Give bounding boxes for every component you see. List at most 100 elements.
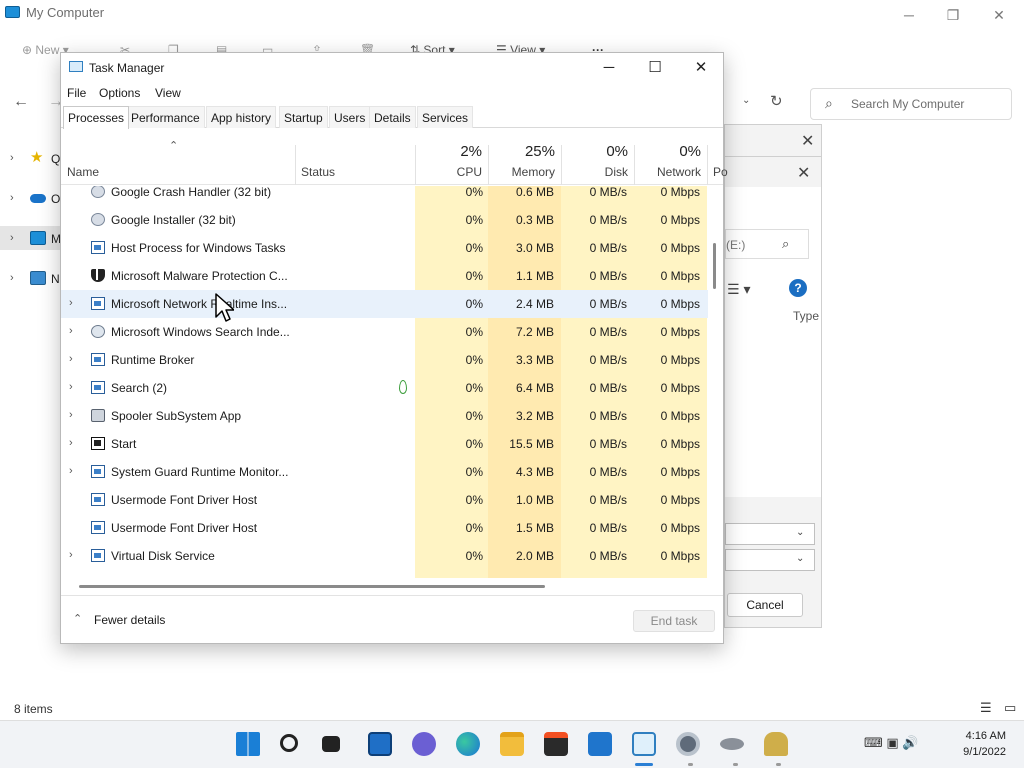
- tab-app-history[interactable]: App history: [206, 106, 277, 128]
- table-row[interactable]: › System Guard Runtime Monitor... 0% 4.3 MB…: [61, 458, 708, 486]
- sidebar-item-onedrive[interactable]: › O: [6, 188, 66, 210]
- column-memory[interactable]: Memory: [501, 165, 555, 179]
- windows-start-icon[interactable]: [236, 732, 260, 756]
- close-icon[interactable]: ✕: [801, 131, 814, 151]
- clock-date[interactable]: 9/1/2022: [946, 746, 1006, 758]
- display-icon[interactable]: ▣: [886, 735, 898, 750]
- chevron-down-icon[interactable]: ⌄: [742, 95, 750, 106]
- tab-startup[interactable]: Startup: [279, 106, 328, 128]
- column-divider[interactable]: [415, 145, 416, 185]
- column-disk[interactable]: Disk: [571, 165, 628, 179]
- table-row[interactable]: Google Installer (32 bit) 0% 0.3 MB 0 MB/s 0…: [61, 206, 708, 234]
- column-network[interactable]: Network: [641, 165, 701, 179]
- column-divider[interactable]: [707, 145, 708, 185]
- table-row[interactable]: Usermode Font Driver Host 0% 1.0 MB 0 MB/s 0…: [61, 486, 708, 514]
- task-view-icon[interactable]: [322, 736, 340, 752]
- back-arrow-icon[interactable]: ←: [13, 93, 29, 111]
- clock-time[interactable]: 4:16 AM: [958, 730, 1006, 742]
- expand-chevron-icon[interactable]: ›: [69, 353, 73, 365]
- chevron-right-icon[interactable]: ›: [10, 272, 14, 284]
- mail-icon[interactable]: [588, 732, 612, 756]
- chevron-right-icon[interactable]: ›: [10, 152, 14, 164]
- table-row[interactable]: › Virtual Disk Service 0% 2.0 MB 0 MB/s 0 Mbp…: [61, 542, 708, 570]
- chevron-right-icon[interactable]: ›: [10, 192, 14, 204]
- cancel-button[interactable]: Cancel: [727, 593, 803, 617]
- column-type[interactable]: Type: [793, 309, 819, 323]
- refresh-icon[interactable]: ↻: [770, 92, 783, 110]
- column-power[interactable]: Po: [713, 165, 728, 179]
- system-tray[interactable]: ⌨ ▣ 🔊: [864, 735, 919, 751]
- expand-chevron-icon[interactable]: ›: [69, 381, 73, 393]
- minimize-button[interactable]: ─: [896, 4, 922, 26]
- network-total[interactable]: 0%: [641, 143, 701, 160]
- volume-icon[interactable]: 🔊: [902, 735, 918, 750]
- table-row[interactable]: › Microsoft Windows Search Inde... 0% 7.2 M…: [61, 318, 708, 346]
- keyboard-icon[interactable]: ⌨: [864, 735, 883, 750]
- tiles-view-icon[interactable]: ▭: [1004, 700, 1016, 716]
- expand-chevron-icon[interactable]: ›: [69, 437, 73, 449]
- fewer-details-button[interactable]: Fewer details: [94, 613, 165, 627]
- table-row[interactable]: › Microsoft Network Realtime Ins... 0% 2.4 …: [61, 290, 708, 318]
- table-row[interactable]: Host Process for Windows Tasks 0% 3.0 MB 0 …: [61, 234, 708, 262]
- column-divider[interactable]: [488, 145, 489, 185]
- cpu-total[interactable]: 2%: [441, 143, 482, 160]
- horizontal-scrollbar[interactable]: [61, 580, 708, 590]
- table-row[interactable]: Microsoft Malware Protection C... 0% 1.1 M…: [61, 262, 708, 290]
- help-icon[interactable]: ?: [789, 279, 807, 297]
- sidebar-item-quick-access[interactable]: › ★ Q: [6, 148, 66, 170]
- accessibility-icon[interactable]: [764, 732, 788, 756]
- column-status[interactable]: Status: [301, 165, 335, 179]
- column-name[interactable]: Name: [67, 165, 99, 179]
- column-divider[interactable]: [634, 145, 635, 185]
- column-divider[interactable]: [295, 145, 296, 185]
- chevron-up-icon[interactable]: ⌃: [73, 612, 82, 625]
- widgets-icon[interactable]: [368, 732, 392, 756]
- tab-performance[interactable]: Performance: [126, 106, 205, 128]
- view-options-icon[interactable]: ☰ ▾: [727, 281, 750, 298]
- disk-total[interactable]: 0%: [571, 143, 628, 160]
- table-row[interactable]: › Start 0% 15.5 MB 0 MB/s 0 Mbps: [61, 430, 708, 458]
- table-row[interactable]: › Spooler SubSystem App 0% 3.2 MB 0 MB/s 0 Mb…: [61, 402, 708, 430]
- settings-icon[interactable]: [676, 732, 700, 756]
- table-row[interactable]: › Runtime Broker 0% 3.3 MB 0 MB/s 0 Mbps: [61, 346, 708, 374]
- menu-view[interactable]: View: [155, 86, 181, 100]
- end-task-button[interactable]: End task: [633, 610, 715, 632]
- sidebar-item-network[interactable]: › N: [6, 268, 66, 290]
- maximize-button[interactable]: ☐: [635, 57, 675, 79]
- expand-chevron-icon[interactable]: ›: [69, 325, 73, 337]
- expand-chevron-icon[interactable]: ›: [69, 465, 73, 477]
- search-box[interactable]: ⌕ Search My Computer: [810, 88, 1012, 120]
- dialog-search-box[interactable]: (E:) ⌕: [725, 229, 809, 259]
- minimize-button[interactable]: ─: [589, 57, 629, 79]
- table-row[interactable]: Usermode Font Driver Host 0% 1.5 MB 0 MB/s 0…: [61, 514, 708, 542]
- menu-file[interactable]: File: [67, 86, 86, 100]
- table-row[interactable]: Google Crash Handler (32 bit) 0% 0.6 MB 0 M…: [61, 186, 708, 206]
- close-button[interactable]: ✕: [681, 57, 721, 79]
- task-manager-icon[interactable]: [632, 732, 656, 756]
- horizontal-scroll-thumb[interactable]: [79, 585, 545, 588]
- mouse-icon[interactable]: [720, 738, 744, 750]
- expand-chevron-icon[interactable]: ›: [69, 297, 73, 309]
- details-view-icon[interactable]: ☰: [980, 700, 992, 716]
- close-button[interactable]: ✕: [986, 4, 1012, 26]
- chat-icon[interactable]: [412, 732, 436, 756]
- maximize-button[interactable]: ❐: [940, 4, 966, 26]
- store-icon[interactable]: [544, 732, 568, 756]
- column-divider[interactable]: [561, 145, 562, 185]
- tab-services[interactable]: Services: [417, 106, 474, 128]
- menu-options[interactable]: Options: [99, 86, 140, 100]
- column-cpu[interactable]: CPU: [441, 165, 482, 179]
- vertical-scrollbar[interactable]: [713, 243, 716, 289]
- filename-combo[interactable]: ⌄: [725, 523, 815, 545]
- chevron-right-icon[interactable]: ›: [10, 232, 14, 244]
- sidebar-item-my-computer[interactable]: › M: [6, 228, 66, 250]
- tab-users[interactable]: Users: [329, 106, 371, 128]
- file-explorer-icon[interactable]: [500, 732, 524, 756]
- table-row[interactable]: › Search (2) 0% 6.4 MB 0 MB/s 0 Mbps: [61, 374, 708, 402]
- expand-chevron-icon[interactable]: ›: [69, 549, 73, 561]
- filetype-combo[interactable]: ⌄: [725, 549, 815, 571]
- search-icon[interactable]: [280, 734, 298, 752]
- close-icon[interactable]: ✕: [797, 163, 810, 183]
- memory-total[interactable]: 25%: [501, 143, 555, 160]
- edge-icon[interactable]: [456, 732, 480, 756]
